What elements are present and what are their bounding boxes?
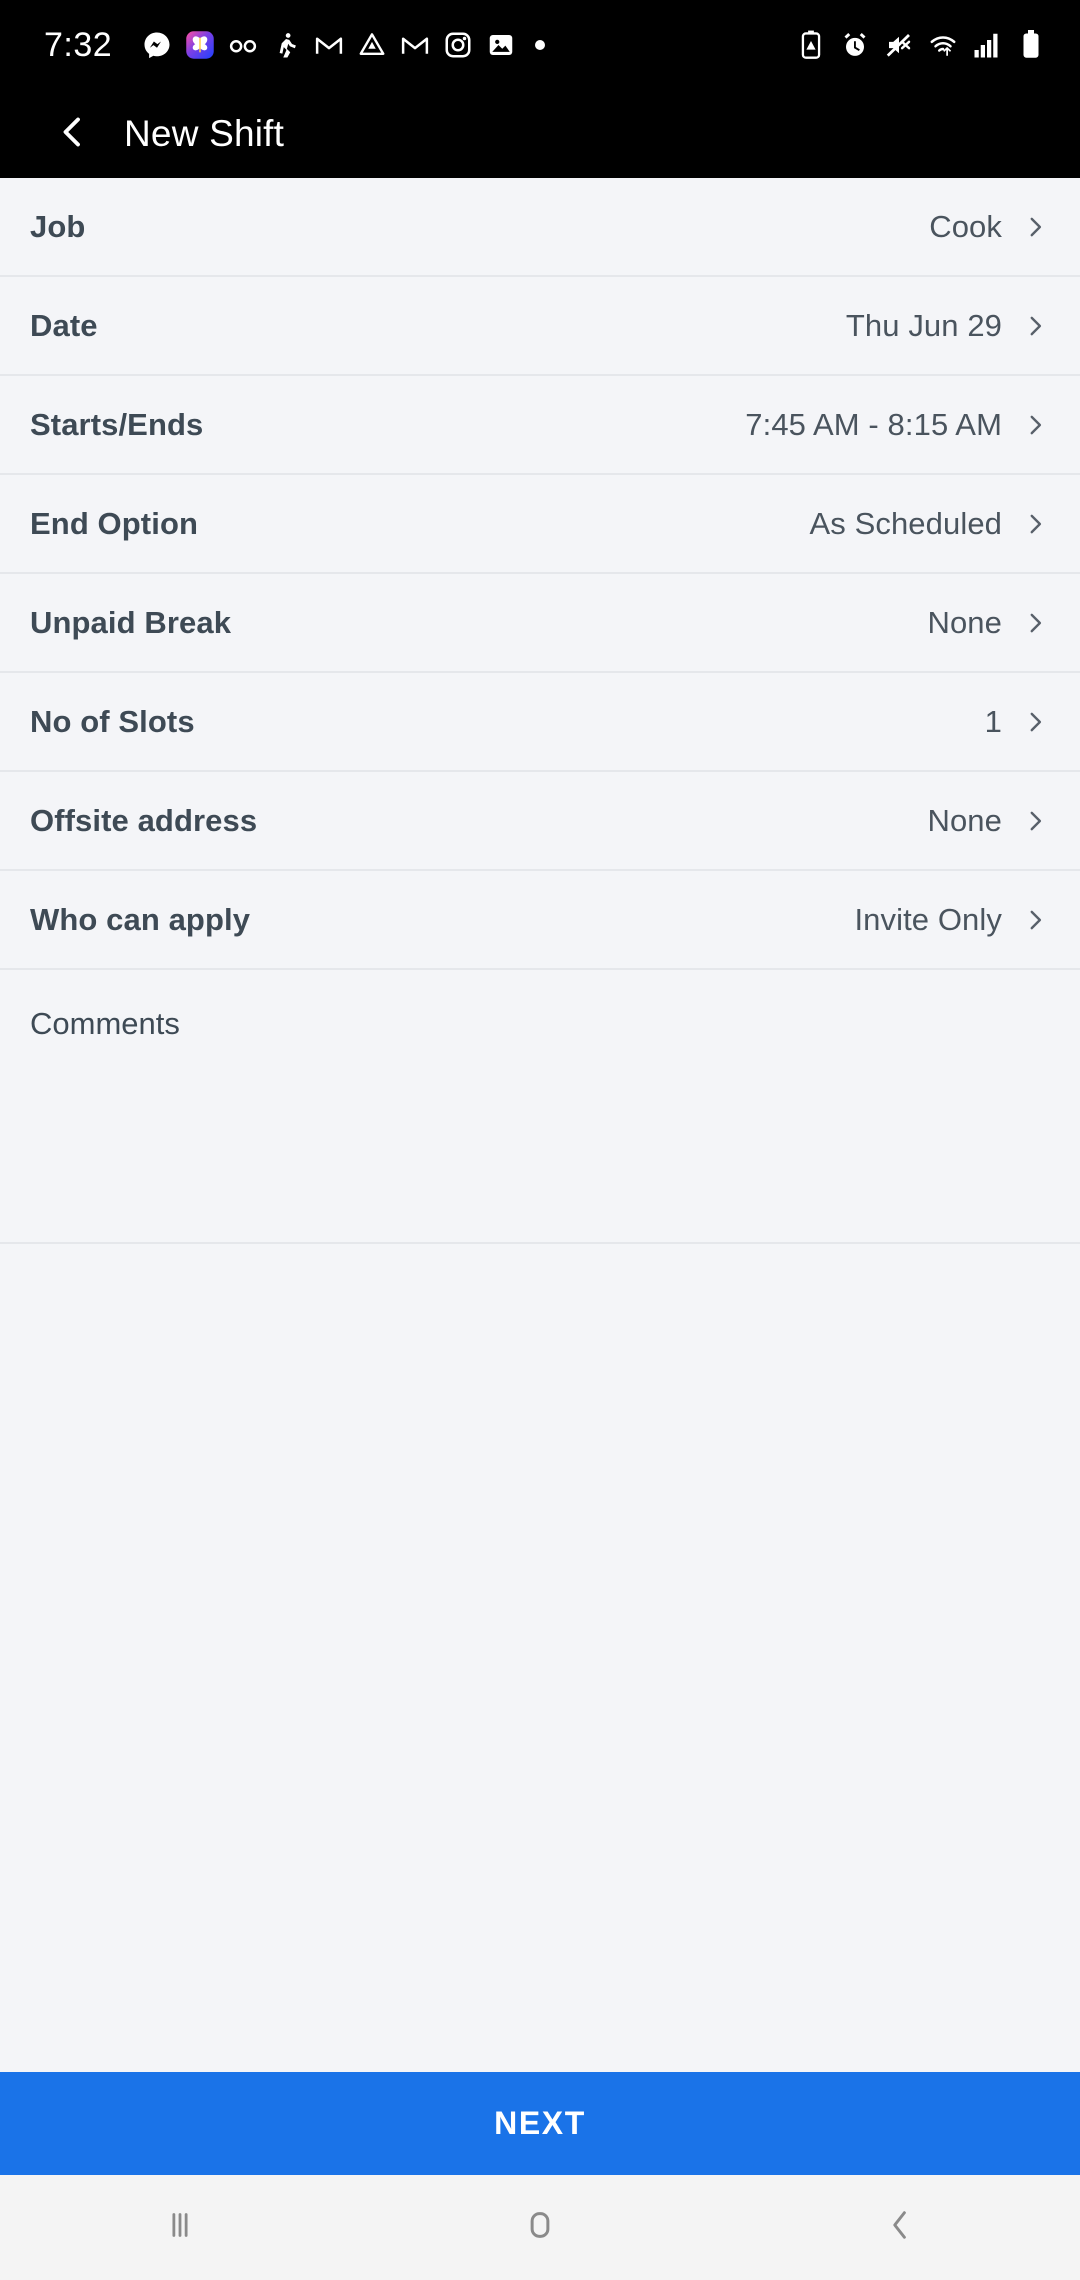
row-value: 7:45 AM - 8:15 AM (745, 407, 1002, 443)
row-value: None (927, 605, 1002, 641)
chevron-right-icon (1022, 808, 1048, 834)
messenger-icon (142, 30, 172, 60)
recents-icon (159, 2204, 201, 2251)
wifi-icon (928, 30, 958, 60)
row-label: Job (30, 209, 85, 245)
row-value: Invite Only (854, 902, 1002, 938)
mute-icon (884, 30, 914, 60)
form-row-end-option[interactable]: End Option As Scheduled (0, 475, 1080, 574)
chevron-right-icon (1022, 907, 1048, 933)
row-value: 1 (985, 704, 1002, 740)
battery-saver-icon (796, 30, 826, 60)
chevron-right-icon (1022, 709, 1048, 735)
fitness-run-icon (271, 30, 301, 60)
form-row-job[interactable]: Job Cook (0, 178, 1080, 277)
status-bar-right (796, 30, 1046, 60)
row-label: Starts/Ends (30, 407, 203, 443)
chevron-right-icon (1022, 412, 1048, 438)
comments-input[interactable] (30, 1056, 1050, 1226)
photos-icon (486, 30, 516, 60)
phone-screen: 7:32 (0, 0, 1080, 2280)
form-row-unpaid-break[interactable]: Unpaid Break None (0, 574, 1080, 673)
next-button[interactable]: NEXT (0, 2072, 1080, 2175)
row-right: 1 (985, 704, 1048, 740)
chevron-right-icon (1022, 214, 1048, 240)
row-right: Invite Only (854, 902, 1048, 938)
row-right: None (927, 605, 1048, 641)
home-icon (519, 2204, 561, 2251)
form-row-no-of-slots[interactable]: No of Slots 1 (0, 673, 1080, 772)
google-drive-icon (357, 30, 387, 60)
row-label: Offsite address (30, 803, 257, 839)
row-value: As Scheduled (810, 506, 1003, 542)
page-title: New Shift (124, 113, 284, 155)
row-right: 7:45 AM - 8:15 AM (745, 407, 1048, 443)
row-right: Cook (929, 209, 1048, 245)
back-icon (879, 2204, 921, 2251)
row-label: No of Slots (30, 704, 195, 740)
chevron-right-icon (1022, 313, 1048, 339)
row-right: Thu Jun 29 (846, 308, 1048, 344)
shift-form: Job Cook Date Thu Jun 29 Starts/Ends 7:4… (0, 178, 1080, 2072)
content-spacer (0, 1244, 1080, 2072)
row-label: Unpaid Break (30, 605, 231, 641)
butterfly-app-icon (185, 30, 215, 60)
home-button[interactable] (440, 2175, 640, 2280)
row-value: None (927, 803, 1002, 839)
more-notifications-dot-icon (535, 40, 545, 50)
status-bar-clock: 7:32 (44, 28, 112, 62)
comments-label: Comments (30, 1006, 1050, 1042)
row-label: Date (30, 308, 98, 344)
gmail-icon (314, 30, 344, 60)
chevron-right-icon (1022, 511, 1048, 537)
row-label: Who can apply (30, 902, 250, 938)
row-value: Cook (929, 209, 1002, 245)
gmail-icon-2 (400, 30, 430, 60)
chevron-right-icon (1022, 610, 1048, 636)
recents-button[interactable] (80, 2175, 280, 2280)
notification-icons (142, 30, 551, 60)
battery-icon (1016, 30, 1046, 60)
row-right: None (927, 803, 1048, 839)
form-row-offsite-address[interactable]: Offsite address None (0, 772, 1080, 871)
voicemail-icon (228, 30, 258, 60)
row-right: As Scheduled (810, 506, 1049, 542)
form-row-date[interactable]: Date Thu Jun 29 (0, 277, 1080, 376)
back-button[interactable] (44, 105, 102, 163)
row-label: End Option (30, 506, 198, 542)
system-navigation-bar (0, 2175, 1080, 2280)
next-button-label: NEXT (494, 2105, 586, 2142)
chevron-left-icon (53, 112, 93, 157)
form-row-who-can-apply[interactable]: Who can apply Invite Only (0, 871, 1080, 970)
back-button-nav[interactable] (800, 2175, 1000, 2280)
instagram-icon (443, 30, 473, 60)
alarm-icon (840, 30, 870, 60)
row-value: Thu Jun 29 (846, 308, 1002, 344)
status-bar: 7:32 (0, 0, 1080, 90)
app-bar: New Shift (0, 90, 1080, 178)
form-row-starts-ends[interactable]: Starts/Ends 7:45 AM - 8:15 AM (0, 376, 1080, 475)
comments-section: Comments (0, 970, 1080, 1244)
status-bar-left: 7:32 (44, 28, 796, 62)
cell-signal-icon (972, 30, 1002, 60)
